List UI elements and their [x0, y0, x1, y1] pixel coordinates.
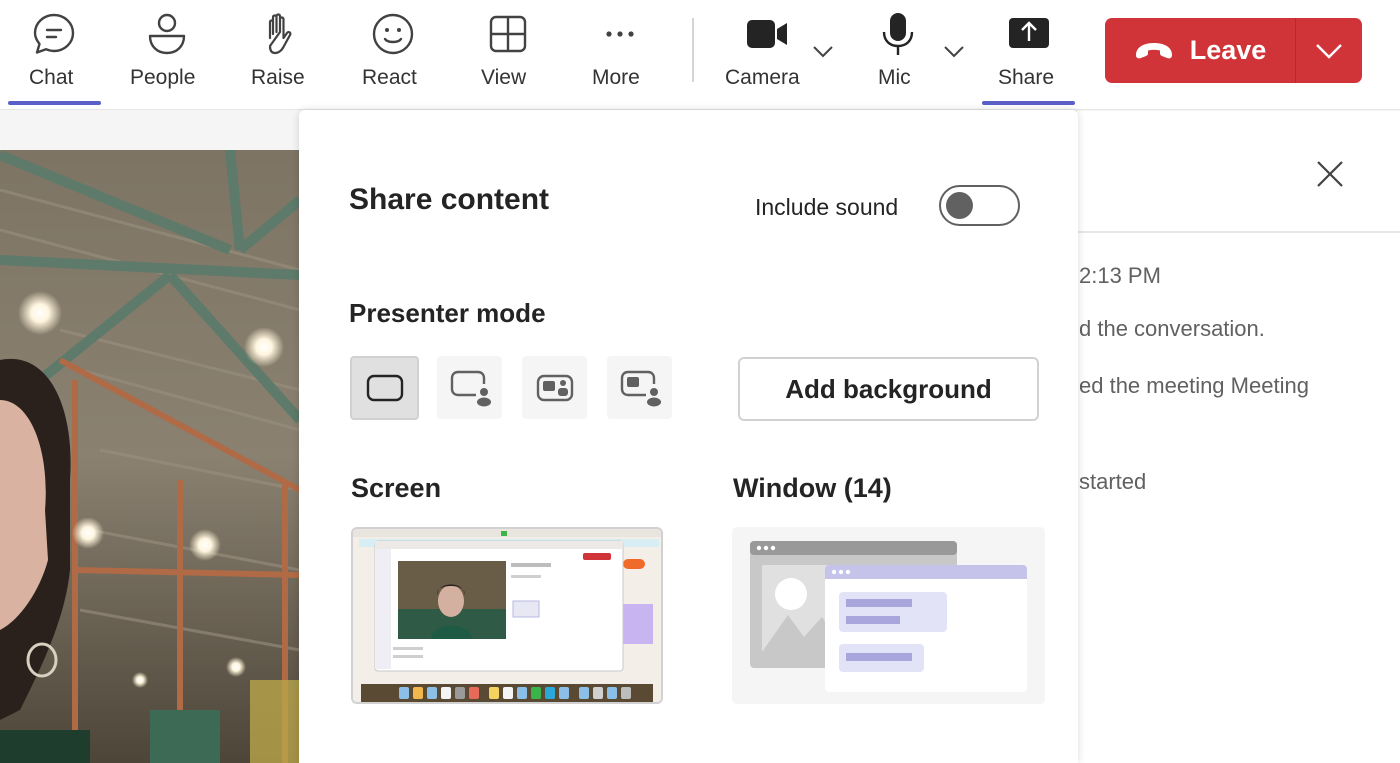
share-arrow-up-icon: [1007, 12, 1051, 56]
toolbar-people-label: People: [130, 66, 196, 89]
close-chat-button[interactable]: [1315, 159, 1345, 189]
toolbar-raise-label: Raise: [251, 66, 305, 89]
reporter-icon: [620, 370, 661, 406]
person-icon: [145, 12, 189, 56]
toolbar-share-button[interactable]: Share: [982, 0, 1075, 108]
screen-section-title: Screen: [351, 473, 442, 503]
presenter-mode-content-only[interactable]: [350, 356, 419, 420]
toolbar-view-button[interactable]: View: [480, 0, 536, 108]
share-content-title: Share content: [349, 183, 550, 216]
window-share-option[interactable]: [732, 527, 1045, 704]
toolbar-view-label: View: [481, 66, 527, 89]
phone-hangup-icon: [1135, 42, 1172, 58]
leave-button[interactable]: Leave: [1105, 18, 1295, 83]
standout-icon: [450, 370, 491, 406]
toolbar-react-button[interactable]: React: [360, 0, 426, 108]
toolbar-camera-button[interactable]: Camera: [725, 0, 809, 108]
chat-system-message: ed the meeting Meeting: [1079, 373, 1309, 398]
toolbar-chat-button[interactable]: Chat: [8, 0, 101, 108]
toolbar-chat-label: Chat: [29, 66, 74, 89]
raised-hand-icon: [258, 12, 302, 56]
toggle-knob: [946, 192, 973, 219]
mic-options-button[interactable]: [940, 38, 968, 66]
chat-system-message: started: [1079, 469, 1147, 494]
screen-preview-image: [353, 529, 661, 702]
participant-video: [0, 150, 300, 763]
toolbar-mic-button[interactable]: Mic: [876, 0, 918, 108]
content-only-icon: [366, 374, 403, 402]
toolbar-mic-label: Mic: [878, 66, 911, 89]
toolbar-raise-button[interactable]: Raise: [250, 0, 310, 108]
smiley-icon: [371, 12, 415, 56]
toolbar-more-button[interactable]: More: [592, 0, 648, 108]
chevron-down-icon: [813, 46, 833, 58]
leave-label: Leave: [1189, 35, 1267, 65]
chat-timestamp: 2:13 PM: [1079, 263, 1161, 288]
video-camera-icon: [745, 12, 789, 56]
share-content-flyout: Share content Include sound Presenter mo…: [299, 110, 1078, 763]
toolbar-camera-label: Camera: [725, 66, 800, 89]
toolbar-react-label: React: [362, 66, 417, 89]
add-background-button[interactable]: Add background: [738, 357, 1039, 421]
chat-panel-header: [1077, 111, 1400, 233]
presenter-mode-title: Presenter mode: [349, 298, 546, 328]
leave-button-group: Leave: [1105, 18, 1362, 83]
side-by-side-icon: [536, 374, 573, 401]
presenter-mode-standout[interactable]: [437, 356, 502, 419]
teams-meeting-window: 2:13 PM d the conversation. ed the meeti…: [0, 0, 1400, 763]
camera-options-button[interactable]: [809, 38, 837, 66]
chat-bubble-icon: [32, 12, 76, 56]
ellipsis-icon: [598, 12, 642, 56]
include-sound-label: Include sound: [755, 194, 899, 220]
screen-share-option[interactable]: [351, 527, 663, 704]
chat-panel: 2:13 PM d the conversation. ed the meeti…: [1076, 111, 1400, 763]
window-illustration: [750, 541, 1027, 692]
active-tab-indicator: [982, 101, 1075, 105]
close-icon: [1317, 161, 1343, 187]
toolbar-divider: [692, 18, 694, 82]
leave-options-button[interactable]: [1296, 18, 1362, 83]
grid-view-icon: [486, 12, 530, 56]
include-sound-toggle[interactable]: [939, 185, 1020, 226]
window-section-title: Window (14): [733, 473, 892, 503]
chevron-down-icon: [1316, 43, 1342, 59]
presenter-mode-reporter[interactable]: [607, 356, 672, 419]
toolbar-share-label: Share: [998, 66, 1055, 89]
presenter-mode-side-by-side[interactable]: [522, 356, 587, 419]
meeting-toolbar: Chat People Raise React View More Camera…: [0, 0, 1400, 110]
chevron-down-icon: [944, 46, 964, 58]
chat-system-message: d the conversation.: [1079, 316, 1265, 341]
active-tab-indicator: [8, 101, 101, 105]
video-frame-image: [0, 150, 300, 763]
microphone-icon: [876, 12, 920, 56]
toolbar-more-label: More: [592, 66, 640, 89]
toolbar-people-button[interactable]: People: [130, 0, 205, 108]
